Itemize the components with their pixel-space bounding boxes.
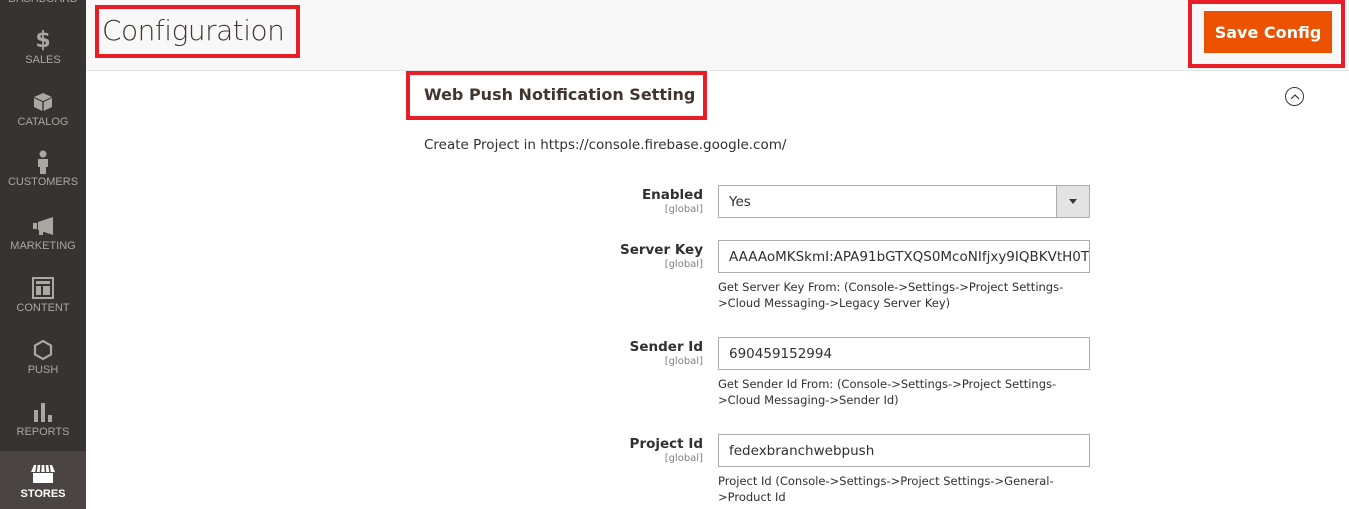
sidebar-item-push[interactable]: PUSH: [0, 338, 86, 400]
save-config-button[interactable]: Save Config: [1204, 11, 1332, 53]
chevron-up-icon: [1290, 93, 1299, 99]
sidebar-item-customers[interactable]: CUSTOMERS: [0, 150, 86, 212]
section-intro: Create Project in https://console.fireba…: [424, 137, 787, 153]
storefront-icon: [30, 462, 56, 486]
admin-sidebar: DASHBOARD $ SALES CATALOG CUSTOMERS MARK…: [0, 0, 86, 509]
dropdown-arrow-icon[interactable]: [1056, 186, 1089, 217]
server-key-note: Get Server Key From: (Console->Settings-…: [718, 280, 1064, 310]
sidebar-item-content[interactable]: CONTENT: [0, 276, 86, 338]
layout-icon: [32, 276, 54, 300]
sidebar-item-label: CATALOG: [17, 116, 69, 128]
server-key-input[interactable]: AAAAoMKSkmI:APA91bGTXQS0McoNIfjxy9IQBKVt…: [718, 240, 1090, 273]
sidebar-item-sales[interactable]: $ SALES: [0, 28, 86, 90]
sidebar-item-label: PUSH: [27, 364, 59, 376]
page-title: Configuration: [102, 14, 285, 47]
project-id-input[interactable]: fedexbranchwebpush: [718, 434, 1090, 467]
sidebar-item-label: CONTENT: [16, 302, 70, 314]
sender-id-note: Get Sender Id From: (Console->Settings->…: [718, 377, 1057, 407]
sidebar-item-catalog[interactable]: CATALOG: [0, 90, 86, 152]
page-header: Configuration Save Config: [86, 0, 1349, 71]
project-id-note: Project Id (Console->Settings->Project S…: [718, 474, 1054, 504]
sidebar-item-dashboard[interactable]: DASHBOARD: [0, 0, 86, 5]
megaphone-icon: [32, 214, 54, 238]
hexagon-icon: [33, 338, 53, 362]
collapse-section-button[interactable]: [1285, 87, 1304, 106]
sidebar-item-label: STORES: [20, 488, 66, 500]
sidebar-item-marketing[interactable]: MARKETING: [0, 214, 86, 276]
field-label-enabled: Enabled [global]: [641, 187, 703, 215]
sidebar-item-label: REPORTS: [16, 426, 70, 438]
field-label-server-key: Server Key [global]: [619, 242, 703, 270]
person-icon: [36, 150, 50, 174]
enabled-select[interactable]: Yes: [718, 185, 1090, 218]
field-label-project-id: Project Id [global]: [629, 436, 703, 464]
box-icon: [33, 90, 53, 114]
sidebar-item-label: CUSTOMERS: [7, 176, 79, 188]
sidebar-item-label: SALES: [25, 54, 61, 66]
section-title[interactable]: Web Push Notification Setting: [424, 85, 695, 104]
sender-id-input[interactable]: 690459152994: [718, 337, 1090, 370]
field-label-sender-id: Sender Id [global]: [629, 339, 703, 367]
dollar-icon: $: [35, 27, 51, 53]
bar-chart-icon: [33, 400, 53, 424]
sidebar-item-label: MARKETING: [10, 240, 76, 252]
sidebar-item-stores[interactable]: STORES: [0, 451, 86, 509]
